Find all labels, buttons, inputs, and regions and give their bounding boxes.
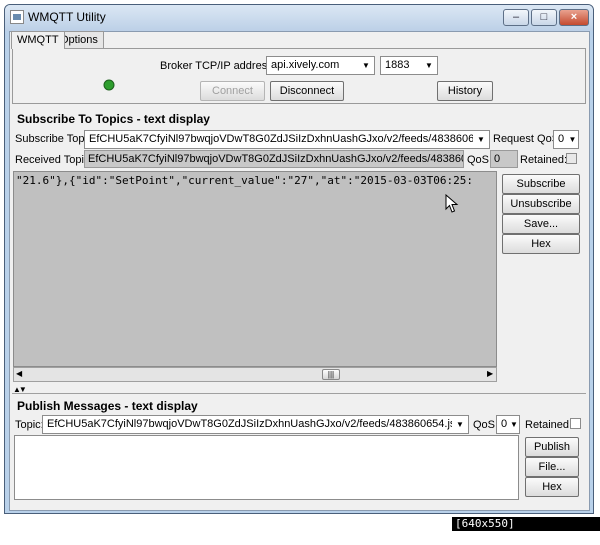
horizontal-scrollbar[interactable] (13, 367, 497, 382)
scroll-right-icon[interactable]: ▶ (487, 369, 493, 378)
tab-wmqtt[interactable]: WMQTT (11, 31, 65, 49)
publish-qos-label: QoS: (473, 419, 499, 431)
maximize-button[interactable]: □ (531, 9, 557, 26)
publish-qos-combo[interactable]: 0 ▼ (496, 415, 520, 434)
publish-message-area[interactable] (14, 435, 519, 500)
received-qos-label: QoS: (467, 154, 493, 166)
request-qos-combo[interactable]: 0 ▼ (553, 130, 579, 149)
broker-address-label: Broker TCP/IP address: (160, 60, 276, 72)
scroll-left-icon[interactable]: ◀ (16, 369, 22, 378)
file-button[interactable]: File... (525, 457, 579, 477)
watermark-text: [640x550] http://upic.me/ (452, 517, 600, 544)
request-qos-value: 0 (558, 133, 565, 145)
subscribe-button[interactable]: Subscribe (502, 174, 580, 194)
splitter-line[interactable] (12, 393, 586, 394)
broker-port-value: 1883 (385, 59, 410, 71)
publish-topic-combo[interactable]: EfCHU5aK7CfyiNl97bwqjoVDwT8G0ZdJSiIzDxhn… (42, 415, 469, 434)
scrollbar-thumb[interactable]: ||| (322, 369, 340, 380)
pub-hex-button[interactable]: Hex (525, 477, 579, 497)
chevron-down-icon[interactable]: ▼ (567, 131, 578, 148)
request-qos-label: Request QoS: (493, 133, 563, 145)
received-topic-label: Received Topic: (15, 154, 93, 166)
publish-button[interactable]: Publish (525, 437, 579, 457)
received-qos-field: 0 (490, 150, 518, 168)
close-button[interactable]: × (559, 9, 589, 26)
app-icon (10, 10, 24, 24)
history-button[interactable]: History (437, 81, 493, 101)
publish-retained-label: Retained: (525, 419, 573, 431)
chevron-down-icon[interactable]: ▼ (358, 57, 374, 74)
received-messages-area[interactable] (13, 171, 497, 367)
save-button[interactable]: Save... (502, 214, 580, 234)
received-topic-field: EfCHU5aK7CfyiNl97bwqjoVDwT8G0ZdJSiIzDxhn… (84, 150, 464, 168)
window-title: WMQTT Utility (28, 10, 106, 24)
subscribe-topic-combo[interactable]: EfCHU5aK7CfyiNl97bwqjoVDwT8G0ZdJSiIzDxhn… (84, 130, 490, 149)
publish-topic-value: EfCHU5aK7CfyiNl97bwqjoVDwT8G0ZdJSiIzDxhn… (47, 418, 468, 430)
connection-status-icon (103, 79, 115, 91)
publish-section-title: Publish Messages - text display (17, 399, 198, 413)
received-message-text: "21.6"},{"id":"SetPoint","current_value"… (16, 174, 473, 187)
subscribe-topic-value: EfCHU5aK7CfyiNl97bwqjoVDwT8G0ZdJSiIzDxhn… (89, 133, 490, 145)
minimize-button[interactable]: – (503, 9, 529, 26)
mouse-pointer-icon (445, 194, 459, 213)
disconnect-button[interactable]: Disconnect (270, 81, 344, 101)
received-retained-label: Retained: (520, 154, 568, 166)
subscribe-section-title: Subscribe To Topics - text display (17, 112, 210, 126)
chevron-down-icon[interactable]: ▼ (452, 416, 468, 433)
chevron-down-icon[interactable]: ▼ (421, 57, 437, 74)
broker-address-combo[interactable]: api.xively.com ▼ (266, 56, 375, 75)
publish-qos-value: 0 (501, 418, 508, 430)
broker-port-combo[interactable]: 1883 ▼ (380, 56, 438, 75)
connect-button[interactable]: Connect (200, 81, 265, 101)
publish-topic-label: Topic: (15, 419, 44, 431)
received-retained-checkbox (566, 153, 577, 164)
publish-retained-checkbox[interactable] (570, 418, 581, 429)
chevron-down-icon[interactable]: ▼ (473, 131, 489, 148)
unsubscribe-button[interactable]: Unsubscribe (502, 194, 580, 214)
chevron-down-icon[interactable]: ▼ (509, 416, 519, 433)
sub-hex-button[interactable]: Hex (502, 234, 580, 254)
broker-address-value: api.xively.com (271, 59, 340, 71)
